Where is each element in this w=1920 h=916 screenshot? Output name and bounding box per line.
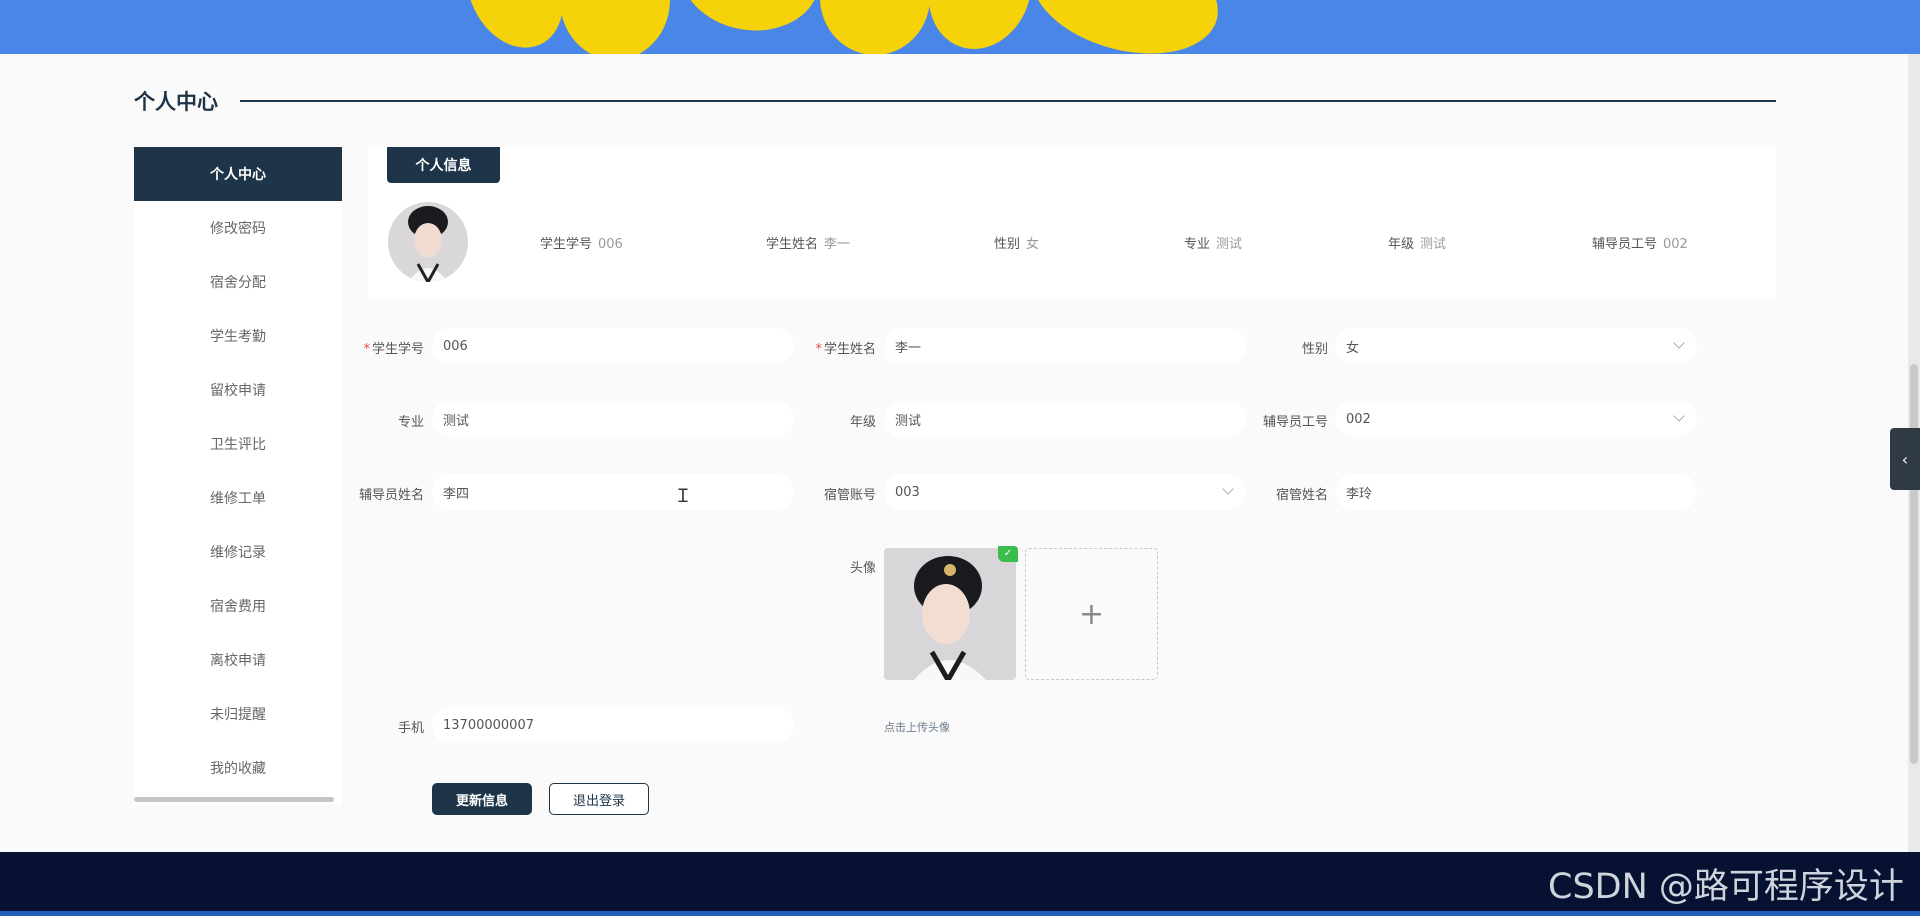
chevron-down-icon — [1673, 410, 1685, 422]
phone-input[interactable]: 13700000007 — [432, 707, 794, 743]
sidebar-item-hygiene-rating[interactable]: 卫生评比 — [134, 417, 342, 471]
sidebar-menu: 个人中心 修改密码 宿舍分配 学生考勤 留校申请 卫生评比 维修工单 维修记录 … — [134, 147, 342, 805]
header-banner — [0, 0, 1920, 54]
profile-summary-card — [368, 147, 1776, 300]
info-counselor-id: 辅导员工号 002 — [1592, 237, 1688, 252]
sidebar-item-stay-application[interactable]: 留校申请 — [134, 363, 342, 417]
info-student-name: 学生姓名 李一 — [766, 237, 851, 252]
chevron-down-icon — [1673, 337, 1685, 349]
sidebar-item-not-returned-reminder[interactable]: 未归提醒 — [134, 687, 342, 741]
logout-button[interactable]: 退出登录 — [549, 783, 649, 815]
sidebar-item-repair-records[interactable]: 维修记录 — [134, 525, 342, 579]
info-student-id: 学生学号 006 — [540, 237, 623, 252]
update-info-button[interactable]: 更新信息 — [432, 783, 532, 815]
info-grade: 年级 测试 — [1388, 237, 1447, 252]
profile-avatar — [388, 202, 468, 282]
page-title: 个人中心 — [134, 90, 218, 114]
counselor-name-label: 辅导员姓名 — [358, 488, 424, 503]
student-id-label: * 学生学号 — [363, 342, 424, 357]
text-cursor-icon: Ｉ — [674, 486, 692, 507]
major-label: 专业 — [397, 415, 424, 430]
student-name-label: * 学生姓名 — [815, 342, 876, 357]
major-input[interactable]: 测试 — [432, 401, 794, 437]
profile-info-tab[interactable]: 个人信息 — [387, 147, 500, 183]
sidebar-item-favorites[interactable]: 我的收藏 — [134, 741, 342, 795]
avatar-label: 头像 — [849, 561, 876, 576]
chevron-left-icon[interactable]: ‹ — [1890, 428, 1920, 490]
section-header: 个人中心 — [134, 86, 1776, 116]
gender-label: 性别 — [1301, 342, 1328, 357]
grade-input[interactable]: 测试 — [884, 401, 1246, 437]
counselor-id-label: 辅导员工号 — [1262, 415, 1328, 430]
dorm-manager-name-label: 宿管姓名 — [1275, 488, 1328, 503]
upload-avatar-hint[interactable]: 点击上传头像 — [884, 719, 950, 735]
uploaded-avatar-image[interactable] — [884, 548, 1016, 680]
sidebar-item-dorm-assignment[interactable]: 宿舍分配 — [134, 255, 342, 309]
dorm-manager-account-select[interactable]: 003 — [884, 474, 1246, 510]
info-major: 专业 测试 — [1184, 237, 1243, 252]
gender-select[interactable]: 女 — [1335, 328, 1697, 364]
sidebar-item-leave-application[interactable]: 离校申请 — [134, 633, 342, 687]
phone-label: 手机 — [397, 721, 424, 736]
dorm-manager-account-label: 宿管账号 — [823, 488, 876, 503]
student-id-input[interactable]: 006 — [432, 328, 794, 364]
info-gender: 性别女 — [994, 237, 1040, 252]
footer-bar — [0, 911, 1920, 916]
title-divider — [240, 100, 1776, 102]
sidebar-item-dorm-fees[interactable]: 宿舍费用 — [134, 579, 342, 633]
counselor-id-select[interactable]: 002 — [1335, 401, 1697, 437]
page-scrollbar-thumb[interactable] — [1910, 364, 1918, 764]
counselor-name-input[interactable]: 李四 — [432, 474, 794, 510]
sidebar-item-change-password[interactable]: 修改密码 — [134, 201, 342, 255]
student-name-input[interactable]: 李一 — [884, 328, 1246, 364]
add-avatar-button[interactable]: + — [1025, 548, 1158, 680]
check-icon: ✓ — [998, 546, 1018, 562]
grade-label: 年级 — [849, 415, 876, 430]
sidebar-item-profile[interactable]: 个人中心 — [134, 147, 342, 201]
watermark: CSDN @路可程序设计 — [1548, 867, 1904, 907]
chevron-down-icon — [1222, 483, 1234, 495]
sidebar-item-repair-orders[interactable]: 维修工单 — [134, 471, 342, 525]
dorm-manager-name-input[interactable]: 李玲 — [1335, 474, 1697, 510]
sidebar-item-attendance[interactable]: 学生考勤 — [134, 309, 342, 363]
sidebar-scrollbar[interactable] — [134, 797, 334, 802]
